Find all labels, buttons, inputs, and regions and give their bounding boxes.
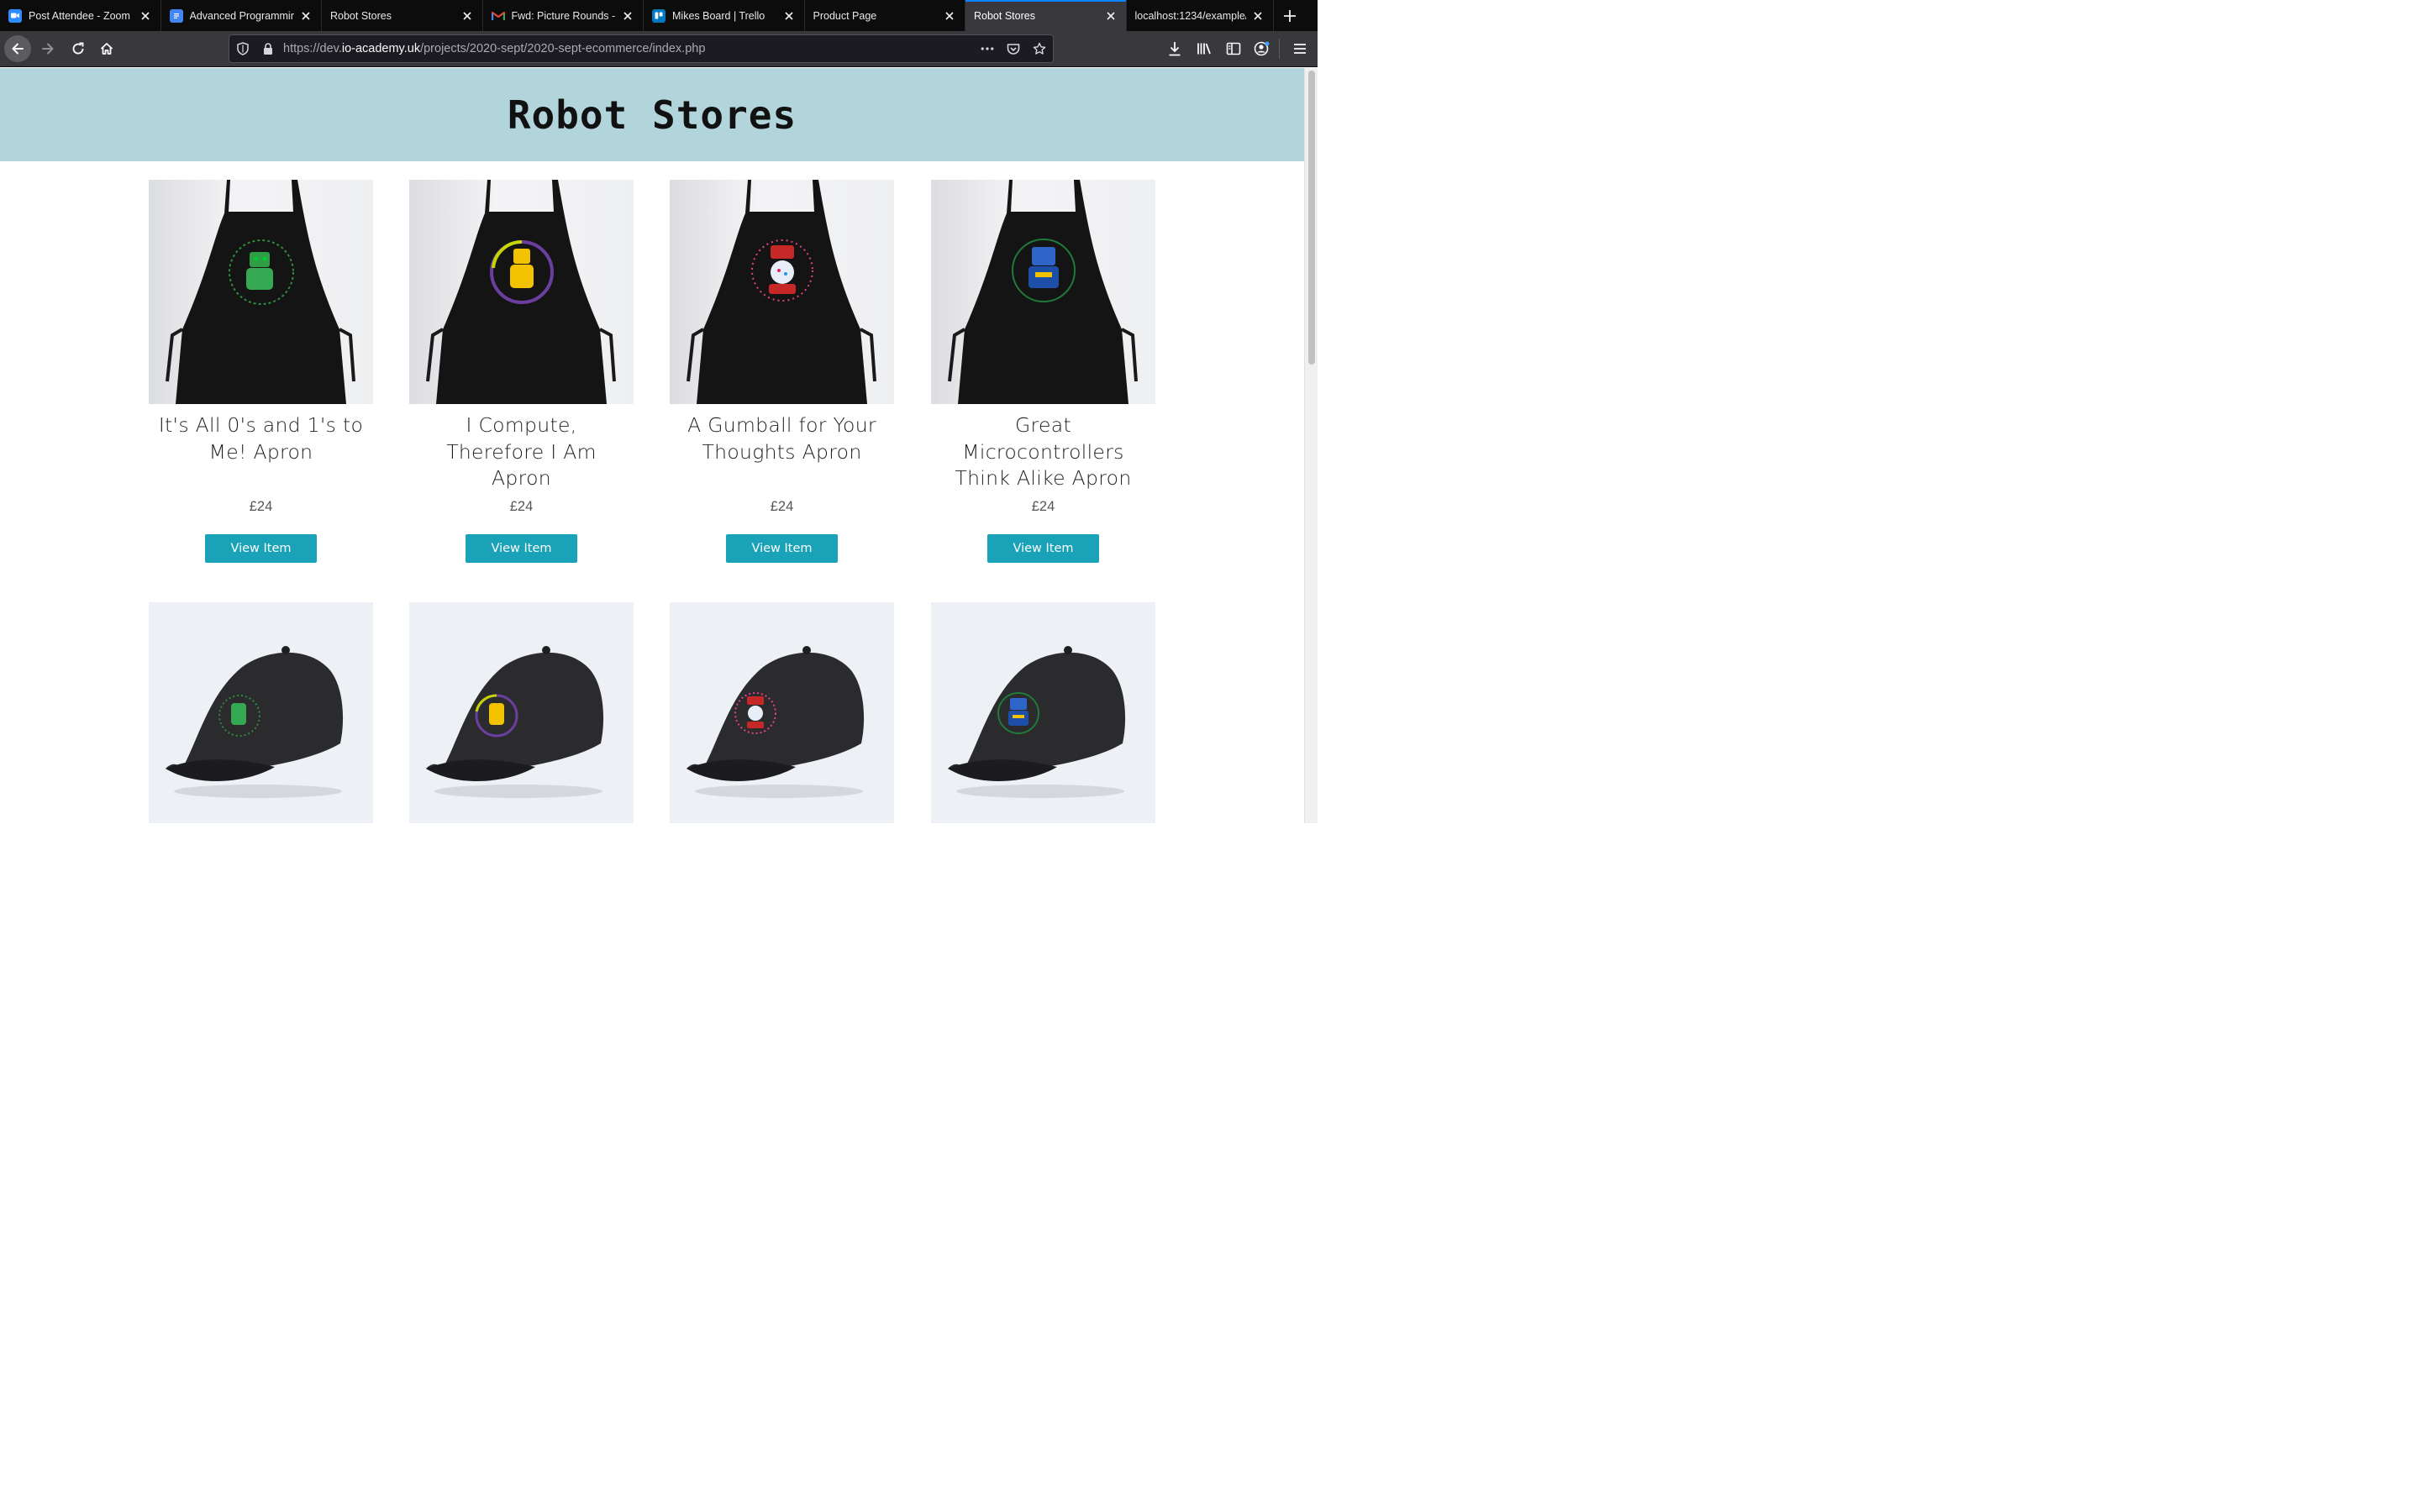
tab-title: Fwd: Picture Rounds -	[511, 9, 616, 22]
navigation-toolbar: https://dev.io-academy.uk/projects/2020-…	[0, 31, 1318, 67]
downloads-button[interactable]	[1161, 35, 1188, 62]
product-image[interactable]	[149, 180, 373, 404]
home-icon	[100, 43, 113, 55]
plus-icon	[1283, 9, 1296, 22]
view-item-button[interactable]: View Item	[205, 534, 317, 563]
menu-button[interactable]	[1286, 35, 1313, 62]
close-icon[interactable]	[460, 9, 474, 23]
library-button[interactable]	[1191, 35, 1218, 62]
url-text[interactable]: https://dev.io-academy.uk/projects/2020-…	[283, 35, 705, 62]
product-card: A Gumball for Your Thoughts Apron £24 Vi…	[670, 180, 894, 563]
view-item-button[interactable]: View Item	[466, 534, 577, 563]
product-card	[931, 602, 1155, 823]
tab-strip: Post Attendee - Zoom Advanced Programmin…	[0, 0, 1318, 31]
trello-icon	[652, 8, 666, 23]
account-icon	[1254, 41, 1270, 56]
close-icon[interactable]	[943, 9, 956, 23]
close-icon[interactable]	[621, 9, 634, 23]
new-tab-button[interactable]	[1274, 0, 1306, 31]
product-name: A Gumball for Your Thoughts Apron	[687, 413, 876, 464]
product-image[interactable]	[931, 602, 1155, 823]
product-card: It's All 0's and 1's to Me! Apron £24 Vi…	[149, 180, 373, 563]
page-header: Robot Stores	[0, 68, 1304, 161]
gmail-icon	[491, 9, 505, 23]
sidebar-button[interactable]	[1220, 35, 1247, 62]
tab-robot-stores-active[interactable]: Robot Stores	[965, 0, 1127, 31]
tracking-shield-icon[interactable]	[236, 42, 250, 55]
reload-button[interactable]	[65, 35, 92, 62]
tab-trello[interactable]: Mikes Board | Trello	[644, 0, 805, 31]
product-name: I Compute, Therefore I Am Apron	[446, 413, 597, 490]
product-image[interactable]	[670, 180, 894, 404]
tab-title: Product Page	[813, 9, 877, 22]
product-card	[149, 602, 373, 823]
close-icon[interactable]	[1104, 9, 1118, 23]
product-image[interactable]	[149, 602, 373, 823]
tab-google-docs[interactable]: Advanced Programmin	[161, 0, 322, 31]
tab-title: Robot Stores	[330, 9, 392, 22]
page-scrollbar[interactable]	[1304, 68, 1318, 823]
close-icon[interactable]	[1251, 9, 1265, 23]
product-price: £24	[770, 499, 794, 514]
product-card	[670, 602, 894, 823]
bookmark-star-icon[interactable]	[1033, 42, 1046, 55]
close-icon[interactable]	[782, 9, 796, 23]
product-image[interactable]	[931, 180, 1155, 404]
arrow-left-icon	[12, 43, 24, 55]
view-item-button[interactable]: View Item	[987, 534, 1099, 563]
zoom-icon	[8, 8, 22, 23]
toolbar-separator	[1279, 39, 1280, 59]
product-card	[409, 602, 634, 823]
tab-title: Mikes Board | Trello	[672, 9, 765, 22]
sidebar-icon	[1226, 42, 1241, 55]
product-card: I Compute, Therefore I Am Apron £24 View…	[409, 180, 634, 563]
address-bar[interactable]: https://dev.io-academy.uk/projects/2020-…	[229, 34, 1054, 63]
tab-product-page[interactable]: Product Page	[805, 0, 965, 31]
google-docs-icon	[169, 8, 183, 23]
url-domain: io-academy.uk	[341, 42, 421, 55]
product-image[interactable]	[670, 602, 894, 823]
tab-title: Advanced Programmin	[189, 9, 295, 22]
product-price: £24	[509, 499, 534, 514]
close-icon[interactable]	[299, 9, 313, 23]
library-icon	[1197, 43, 1211, 55]
tab-title: Post Attendee - Zoom	[29, 9, 130, 22]
product-card: Great Microcontrollers Think Alike Apron…	[931, 180, 1155, 563]
account-button[interactable]	[1249, 35, 1276, 62]
back-button[interactable]	[4, 35, 31, 62]
product-image[interactable]	[409, 180, 634, 404]
scrollbar-thumb[interactable]	[1308, 71, 1315, 365]
tab-title: localhost:1234/example/1(	[1134, 9, 1246, 22]
pocket-icon[interactable]	[1007, 42, 1020, 55]
url-prefix: https://dev.	[283, 42, 342, 55]
url-path: /projects/2020-sept/2020-sept-ecommerce/…	[420, 42, 706, 55]
product-image[interactable]	[409, 602, 634, 823]
tab-localhost[interactable]: localhost:1234/example/1(	[1127, 0, 1274, 31]
page-viewport: Robot Stores It's All 0's and 1's to Me!…	[0, 68, 1304, 823]
tab-gmail[interactable]: Fwd: Picture Rounds -	[483, 0, 644, 31]
product-name: It's All 0's and 1's to Me! Apron	[158, 413, 364, 464]
tab-title: Robot Stores	[974, 9, 1035, 22]
product-price: £24	[1031, 499, 1055, 514]
hamburger-menu-icon	[1294, 44, 1306, 54]
tab-robot-stores-1[interactable]: Robot Stores	[322, 0, 483, 31]
reload-icon	[72, 42, 84, 55]
close-icon[interactable]	[139, 9, 152, 23]
tab-zoom[interactable]: Post Attendee - Zoom	[0, 0, 161, 31]
product-name: Great Microcontrollers Think Alike Apron	[955, 413, 1132, 490]
view-item-button[interactable]: View Item	[726, 534, 838, 563]
page-actions-icon[interactable]	[981, 42, 994, 55]
arrow-right-icon	[42, 43, 54, 55]
lock-icon[interactable]	[261, 42, 275, 55]
download-icon	[1169, 42, 1181, 56]
product-price: £24	[249, 499, 273, 514]
page-title: Robot Stores	[507, 92, 797, 138]
home-button[interactable]	[93, 35, 120, 62]
forward-button[interactable]	[34, 35, 61, 62]
